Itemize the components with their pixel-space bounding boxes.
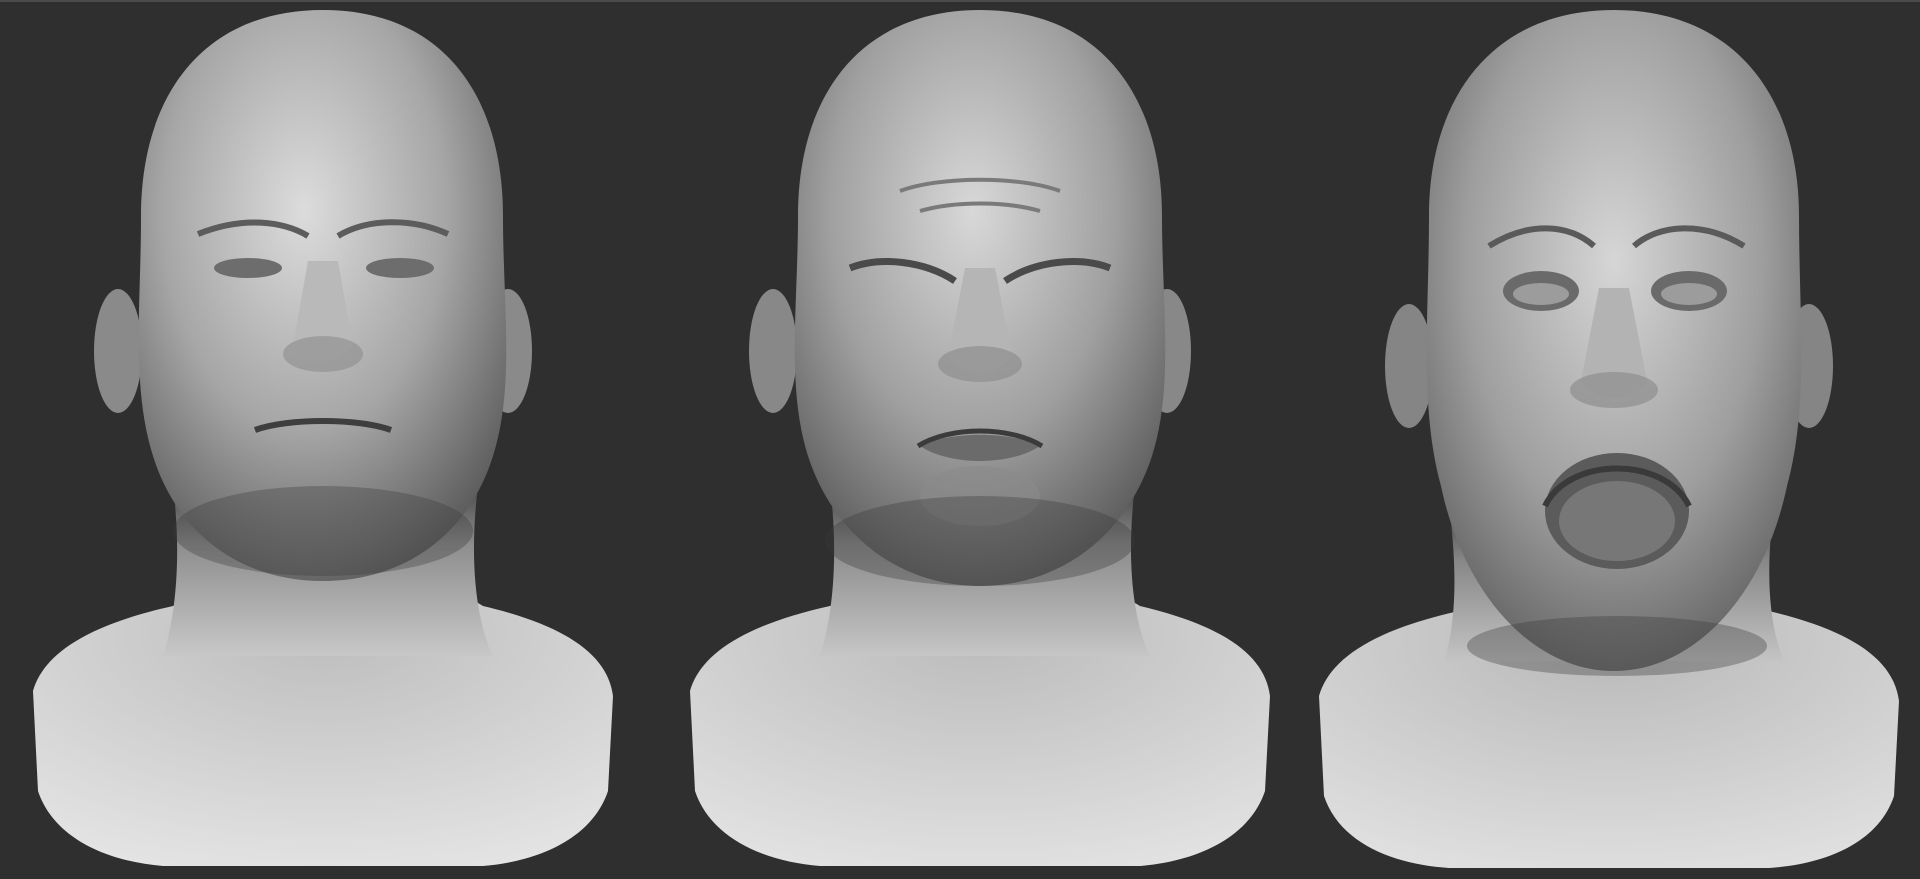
head-sculpt-squint[interactable] xyxy=(669,6,1291,876)
left-eye-shape xyxy=(214,258,282,278)
left-ear-shape xyxy=(749,289,797,413)
left-ear-shape xyxy=(94,289,142,413)
left-ear-shape xyxy=(1385,304,1433,428)
right-eye-shape xyxy=(366,258,434,278)
sculpt-viewport xyxy=(0,0,1920,879)
head-sculpt-squint-render xyxy=(690,10,1270,866)
head-sculpt-scream-render xyxy=(1319,10,1899,868)
head-sculpt-neutral[interactable] xyxy=(12,6,634,876)
viewport-top-edge xyxy=(0,0,1920,2)
head-sculpt-neutral-render xyxy=(33,10,613,866)
head-sculpt-scream[interactable] xyxy=(1298,6,1920,876)
